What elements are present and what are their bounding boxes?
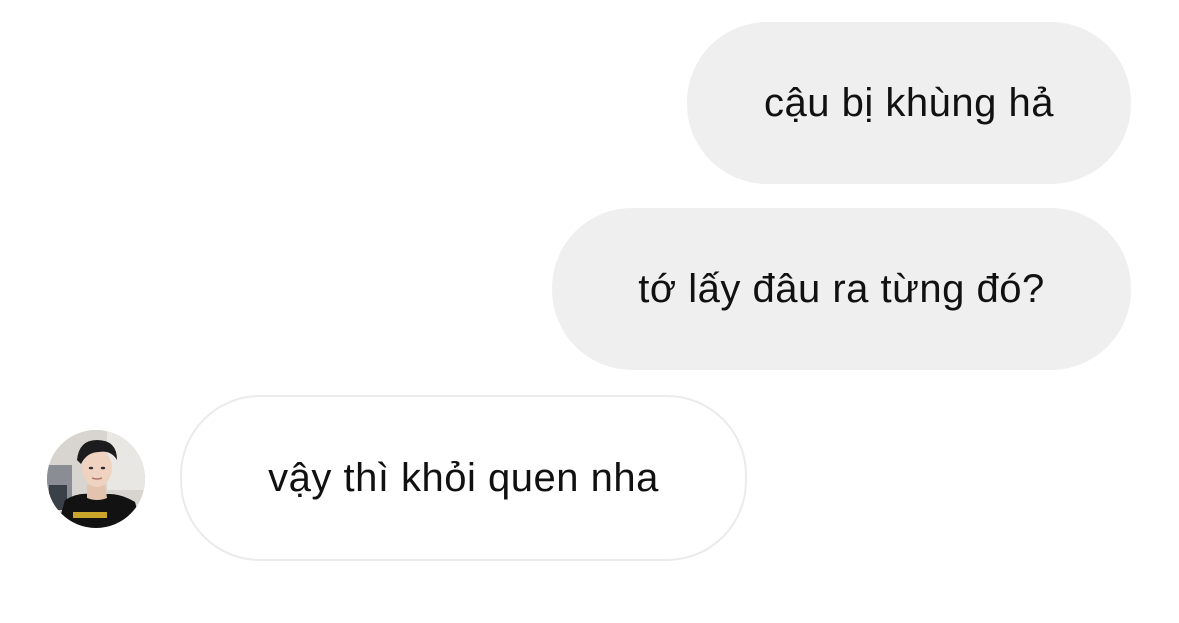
message-bubble-sent[interactable]: cậu bị khùng hả <box>687 22 1131 184</box>
message-text: vậy thì khỏi quen nha <box>268 455 659 500</box>
sender-avatar[interactable] <box>47 430 145 528</box>
message-text: cậu bị khùng hả <box>764 80 1054 125</box>
profile-photo-icon <box>47 430 145 528</box>
message-bubble-received[interactable]: vậy thì khỏi quen nha <box>180 395 747 561</box>
shirt-print <box>73 512 107 518</box>
message-text: tớ lấy đâu ra từng đó? <box>638 266 1045 311</box>
message-bubble-sent[interactable]: tớ lấy đâu ra từng đó? <box>552 208 1131 370</box>
